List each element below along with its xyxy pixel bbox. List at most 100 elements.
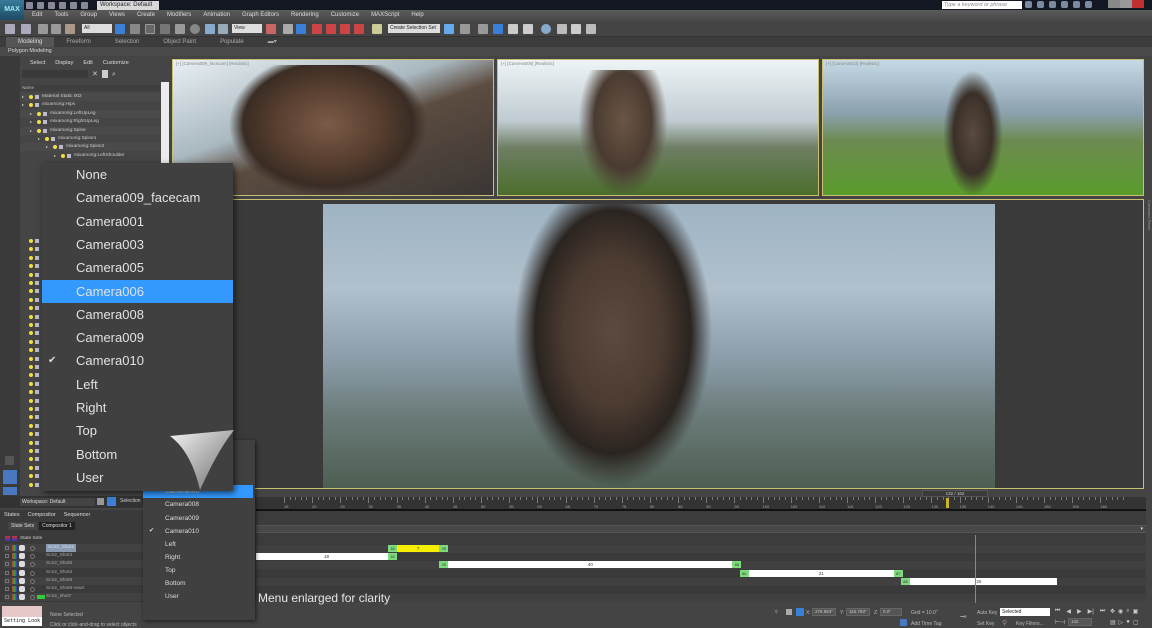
light-bulb-icon[interactable] <box>29 95 33 99</box>
walkthrough-icon[interactable]: ● <box>1126 619 1130 626</box>
expand-icon[interactable] <box>5 578 9 583</box>
clip-start-handle[interactable]: 25 <box>439 561 449 569</box>
light-bulb-icon[interactable] <box>29 415 33 420</box>
select-by-name-icon[interactable] <box>130 24 140 34</box>
undo-icon[interactable] <box>5 24 15 34</box>
ribbon-tab-selection[interactable]: Selection <box>103 37 152 47</box>
expand-icon[interactable] <box>5 546 9 550</box>
open-file-icon[interactable] <box>37 2 44 9</box>
light-bulb-icon[interactable] <box>29 465 33 470</box>
expand-icon[interactable] <box>5 595 9 600</box>
selection-filter-dropdown[interactable]: All <box>82 24 112 33</box>
rectangular-selection-icon[interactable] <box>145 24 155 34</box>
expand-arrow-icon[interactable]: ▸ <box>30 127 32 135</box>
minimize-button[interactable] <box>1108 0 1120 8</box>
clip-start-handle[interactable]: 66 <box>739 569 749 577</box>
ribbon-tab-populate[interactable]: Populate <box>208 37 256 47</box>
light-bulb-icon[interactable] <box>29 323 33 327</box>
render-toggle-icon[interactable] <box>30 554 35 560</box>
auto-key-mode-dropdown[interactable]: Selected <box>1000 608 1050 616</box>
light-bulb-icon[interactable] <box>29 264 33 269</box>
menu-tools[interactable]: Tools <box>48 10 74 21</box>
save-icon[interactable] <box>48 2 55 9</box>
explorer-menu-edit[interactable]: Edit <box>78 57 97 69</box>
camera-menu-item[interactable]: Top <box>143 564 253 577</box>
keyboard-shortcut-override-icon[interactable] <box>296 24 306 34</box>
workspace-dropdown[interactable]: Workspace: Default <box>97 1 159 10</box>
select-manipulate-icon[interactable] <box>283 24 293 34</box>
rotate-icon[interactable] <box>190 24 200 34</box>
light-bulb-icon[interactable] <box>29 365 33 369</box>
ribbon-options-icon[interactable]: ▬▾ <box>256 37 289 47</box>
menu-customize[interactable]: Customize <box>325 10 365 21</box>
light-bulb-icon[interactable] <box>29 423 33 428</box>
menu-create[interactable]: Create <box>131 10 161 21</box>
key-mode-icon[interactable]: ⊢⊣ <box>1055 619 1065 626</box>
previous-frame-icon[interactable]: ◀ <box>1066 608 1071 615</box>
light-bulb-icon[interactable] <box>29 482 33 487</box>
expand-arrow-icon[interactable]: ▸ <box>38 135 40 143</box>
schematic-view-icon[interactable] <box>523 24 533 34</box>
menu-animation[interactable]: Animation <box>197 10 236 21</box>
angle-snap-icon[interactable] <box>326 24 336 34</box>
ribbon-panel-label[interactable]: Polygon Modeling <box>0 47 1152 56</box>
tab-sequencer[interactable]: Sequencer <box>60 510 95 520</box>
star-icon[interactable] <box>1061 1 1068 8</box>
edit-named-selection-icon[interactable] <box>372 24 382 34</box>
expand-arrow-icon[interactable]: ▸ <box>22 93 24 101</box>
ribbon-tab-modeling[interactable]: Modeling <box>6 37 55 47</box>
sequencer-clip[interactable]: 18 7 25 <box>387 545 449 552</box>
scene-explorer-toggle-icon[interactable] <box>478 24 488 34</box>
tab-compositor[interactable]: Compositor <box>24 510 60 520</box>
link-icon[interactable] <box>38 24 48 34</box>
region-zoom-icon[interactable]: ▢ <box>1133 619 1139 626</box>
material-editor-icon[interactable] <box>541 24 551 34</box>
timeline-track[interactable]: 15 20 25 30 35 40 45 50 55 60 65 70 75 80 85 90 95 100 105… <box>256 497 1146 511</box>
maximize-button[interactable] <box>1120 0 1132 8</box>
snaps-toggle-icon[interactable] <box>312 24 322 34</box>
redo-icon[interactable] <box>70 2 77 9</box>
viewport-layout-icon[interactable] <box>3 470 17 484</box>
name-column-header[interactable]: Name <box>20 85 160 91</box>
help-search-input[interactable]: Type a keyword or phrase <box>942 1 1022 9</box>
scale-icon[interactable] <box>205 24 215 34</box>
current-frame-field[interactable]: 132 <box>1068 618 1092 626</box>
tree-item[interactable]: ▸ mixamorig:Spine1 <box>20 135 160 143</box>
clip-start-handle[interactable]: 88 <box>901 577 911 585</box>
expand-icon[interactable] <box>5 562 9 567</box>
set-key-button[interactable]: Set Key <box>977 621 995 627</box>
spinner-snap-icon[interactable] <box>354 24 364 34</box>
camera-menu-item[interactable]: Camera006 <box>42 279 233 303</box>
menu-help[interactable]: Help <box>405 10 429 21</box>
expand-arrow-icon[interactable]: ▸ <box>46 143 48 151</box>
light-bulb-icon[interactable] <box>29 390 33 395</box>
camera-menu-item[interactable]: Camera005 <box>42 256 233 279</box>
sequencer-dropdown-icon[interactable]: ▾ <box>1140 526 1143 532</box>
viewport-layout-2-icon[interactable] <box>3 487 17 495</box>
light-bulb-icon[interactable] <box>29 356 33 361</box>
clip-end-handle[interactable]: 87 <box>893 569 903 577</box>
expand-arrow-icon[interactable]: ▸ <box>30 118 32 126</box>
time-tag-icon[interactable] <box>900 619 907 626</box>
camera-menu-item[interactable]: Right <box>42 396 233 419</box>
expand-icon[interactable] <box>5 570 9 575</box>
tree-item[interactable]: ▸ mixamorig:Spine <box>20 126 160 135</box>
light-bulb-icon[interactable] <box>29 474 33 479</box>
percent-snap-icon[interactable] <box>340 24 350 34</box>
light-bulb-icon[interactable] <box>61 153 65 158</box>
light-bulb-icon[interactable] <box>29 103 33 108</box>
light-bulb-icon[interactable] <box>29 432 33 437</box>
camera-menu-item[interactable]: Bottom <box>143 577 253 590</box>
close-button[interactable] <box>1132 0 1144 8</box>
zoom-icon[interactable]: ⌕ <box>1126 608 1129 615</box>
light-bulb-icon[interactable] <box>29 457 33 462</box>
clip-end-handle[interactable]: 18 <box>387 553 397 561</box>
go-to-start-icon[interactable]: ⏮ <box>1055 608 1060 615</box>
bind-space-warp-icon[interactable] <box>65 24 75 34</box>
light-bulb-icon[interactable] <box>29 339 33 344</box>
render-toggle-icon[interactable] <box>30 587 35 592</box>
selection-toggle-icon[interactable] <box>107 497 116 506</box>
redo-icon[interactable] <box>21 24 31 34</box>
app-logo-icon[interactable]: MAX <box>0 0 24 20</box>
layer-icon[interactable] <box>97 498 104 505</box>
